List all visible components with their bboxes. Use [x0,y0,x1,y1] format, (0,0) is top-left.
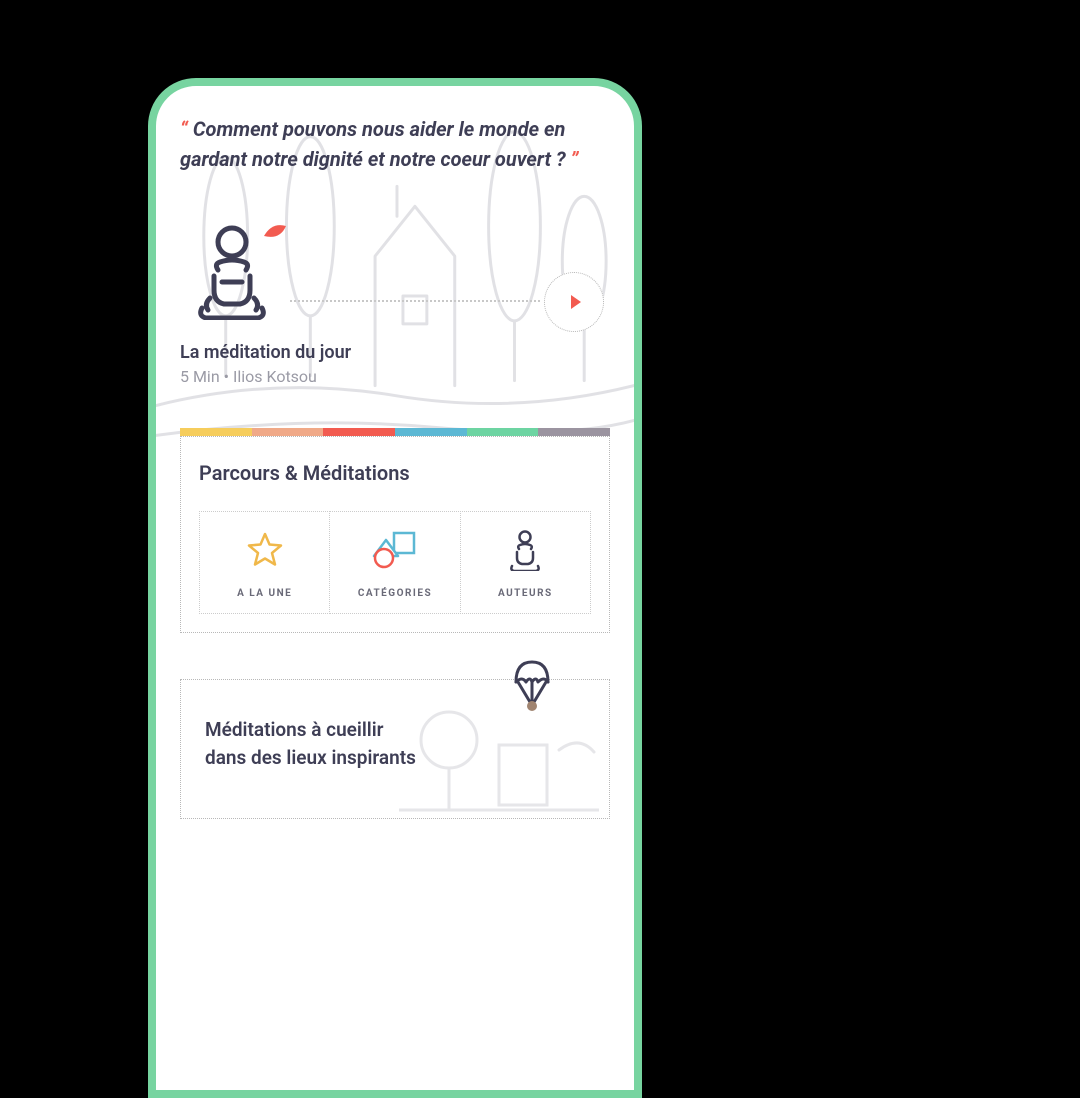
locations-title-line1: Méditations à cueillir [205,716,585,744]
category-authors[interactable]: AUTEURS [460,511,591,614]
category-categories[interactable]: CATÉGORIES [329,511,460,614]
meditation-icon [505,528,545,572]
phone-frame: “ Comment pouvons nous aider le monde en… [148,78,642,1098]
daily-meditation-meta: 5 Min • Ilios Kotsou [180,367,610,386]
shapes-icon [372,528,418,572]
locations-title-line2: dans des lieux inspirants [205,744,585,772]
strip-segment [180,428,252,436]
strip-segment [538,428,610,436]
progress-track [290,300,540,302]
quote-text: Comment pouvons nous aider le monde en g… [180,117,566,171]
category-label: AUTEURS [498,588,553,599]
parachute-icon [510,658,554,718]
category-label: CATÉGORIES [358,588,432,599]
meditation-author: Ilios Kotsou [233,367,317,386]
daily-meditation-hero: La méditation du jour 5 Min • Ilios Kots… [180,204,610,386]
locations-card[interactable]: Méditations à cueillir dans des lieux in… [180,679,610,819]
strip-segment [467,428,539,436]
strip-segment [252,428,324,436]
app-screen: “ Comment pouvons nous aider le monde en… [156,86,634,1090]
parcours-title: Parcours & Méditations [199,461,591,485]
color-strip [180,428,610,436]
strip-segment [395,428,467,436]
play-icon [571,295,581,309]
strip-segment [323,428,395,436]
parcours-section: Parcours & Méditations A LA UNE [180,428,610,633]
star-icon [246,528,284,572]
category-label: A LA UNE [237,588,292,599]
locations-section: Méditations à cueillir dans des lieux in… [180,679,610,819]
daily-meditation-title: La méditation du jour [180,342,610,363]
leaf-accent-icon [262,222,288,244]
play-button[interactable] [544,272,604,332]
meditation-duration: 5 Min [180,367,220,386]
category-featured[interactable]: A LA UNE [199,511,330,614]
daily-quote: “ Comment pouvons nous aider le monde en… [180,114,610,174]
category-grid: A LA UNE CATÉGORIES [199,511,591,614]
quote-close-mark: ” [571,147,579,171]
quote-open-mark: “ [180,117,188,141]
